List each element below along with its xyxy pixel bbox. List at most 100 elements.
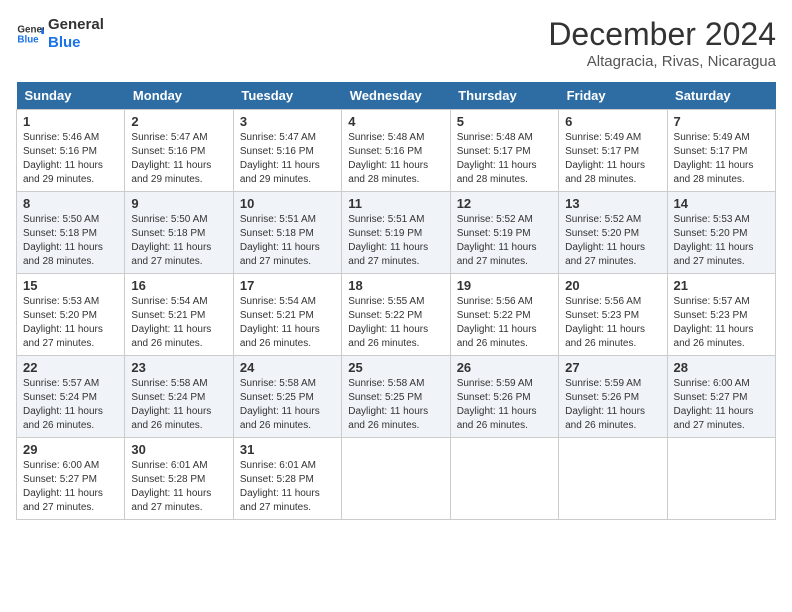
col-header-saturday: Saturday: [667, 82, 775, 110]
day-number: 16: [131, 278, 226, 293]
day-cell: 21 Sunrise: 5:57 AMSunset: 5:23 PMDaylig…: [667, 274, 775, 356]
day-number: 15: [23, 278, 118, 293]
day-info: Sunrise: 5:48 AMSunset: 5:17 PMDaylight:…: [457, 132, 537, 185]
day-cell: [667, 438, 775, 520]
day-info: Sunrise: 5:47 AMSunset: 5:16 PMDaylight:…: [131, 132, 211, 185]
day-cell: 27 Sunrise: 5:59 AMSunset: 5:26 PMDaylig…: [559, 356, 667, 438]
day-info: Sunrise: 5:57 AMSunset: 5:24 PMDaylight:…: [23, 378, 103, 431]
day-info: Sunrise: 5:53 AMSunset: 5:20 PMDaylight:…: [674, 214, 754, 267]
day-info: Sunrise: 5:59 AMSunset: 5:26 PMDaylight:…: [457, 378, 537, 431]
day-info: Sunrise: 5:51 AMSunset: 5:19 PMDaylight:…: [348, 214, 428, 267]
day-cell: 22 Sunrise: 5:57 AMSunset: 5:24 PMDaylig…: [17, 356, 125, 438]
day-number: 20: [565, 278, 660, 293]
day-info: Sunrise: 5:53 AMSunset: 5:20 PMDaylight:…: [23, 296, 103, 349]
day-info: Sunrise: 5:55 AMSunset: 5:22 PMDaylight:…: [348, 296, 428, 349]
day-cell: 18 Sunrise: 5:55 AMSunset: 5:22 PMDaylig…: [342, 274, 450, 356]
day-cell: [559, 438, 667, 520]
day-cell: 1 Sunrise: 5:46 AMSunset: 5:16 PMDayligh…: [17, 110, 125, 192]
title-area: December 2024 Altagracia, Rivas, Nicarag…: [548, 16, 776, 70]
day-info: Sunrise: 5:57 AMSunset: 5:23 PMDaylight:…: [674, 296, 754, 349]
day-info: Sunrise: 5:49 AMSunset: 5:17 PMDaylight:…: [565, 132, 645, 185]
week-row: 15 Sunrise: 5:53 AMSunset: 5:20 PMDaylig…: [17, 274, 776, 356]
day-info: Sunrise: 5:58 AMSunset: 5:25 PMDaylight:…: [240, 378, 320, 431]
day-cell: 9 Sunrise: 5:50 AMSunset: 5:18 PMDayligh…: [125, 192, 233, 274]
day-number: 19: [457, 278, 552, 293]
day-info: Sunrise: 5:50 AMSunset: 5:18 PMDaylight:…: [23, 214, 103, 267]
logo: General Blue General Blue: [16, 16, 104, 52]
day-number: 10: [240, 196, 335, 211]
day-info: Sunrise: 5:47 AMSunset: 5:16 PMDaylight:…: [240, 132, 320, 185]
day-number: 8: [23, 196, 118, 211]
day-cell: 7 Sunrise: 5:49 AMSunset: 5:17 PMDayligh…: [667, 110, 775, 192]
day-cell: 14 Sunrise: 5:53 AMSunset: 5:20 PMDaylig…: [667, 192, 775, 274]
location-subtitle: Altagracia, Rivas, Nicaragua: [548, 53, 776, 70]
day-number: 28: [674, 360, 769, 375]
day-info: Sunrise: 5:58 AMSunset: 5:25 PMDaylight:…: [348, 378, 428, 431]
day-cell: 13 Sunrise: 5:52 AMSunset: 5:20 PMDaylig…: [559, 192, 667, 274]
day-cell: 24 Sunrise: 5:58 AMSunset: 5:25 PMDaylig…: [233, 356, 341, 438]
day-info: Sunrise: 6:00 AMSunset: 5:27 PMDaylight:…: [674, 378, 754, 431]
day-info: Sunrise: 5:52 AMSunset: 5:20 PMDaylight:…: [565, 214, 645, 267]
logo-general: General: [48, 16, 104, 34]
day-number: 3: [240, 114, 335, 129]
header: General Blue General Blue December 2024 …: [16, 16, 776, 70]
svg-text:Blue: Blue: [17, 34, 39, 45]
day-number: 25: [348, 360, 443, 375]
col-header-monday: Monday: [125, 82, 233, 110]
day-info: Sunrise: 5:56 AMSunset: 5:22 PMDaylight:…: [457, 296, 537, 349]
day-number: 17: [240, 278, 335, 293]
day-number: 31: [240, 442, 335, 457]
day-cell: 8 Sunrise: 5:50 AMSunset: 5:18 PMDayligh…: [17, 192, 125, 274]
day-cell: 15 Sunrise: 5:53 AMSunset: 5:20 PMDaylig…: [17, 274, 125, 356]
day-cell: 4 Sunrise: 5:48 AMSunset: 5:16 PMDayligh…: [342, 110, 450, 192]
day-number: 18: [348, 278, 443, 293]
col-header-tuesday: Tuesday: [233, 82, 341, 110]
day-number: 26: [457, 360, 552, 375]
day-number: 6: [565, 114, 660, 129]
day-cell: 26 Sunrise: 5:59 AMSunset: 5:26 PMDaylig…: [450, 356, 558, 438]
day-cell: 29 Sunrise: 6:00 AMSunset: 5:27 PMDaylig…: [17, 438, 125, 520]
day-info: Sunrise: 5:56 AMSunset: 5:23 PMDaylight:…: [565, 296, 645, 349]
day-info: Sunrise: 5:46 AMSunset: 5:16 PMDaylight:…: [23, 132, 103, 185]
day-cell: 28 Sunrise: 6:00 AMSunset: 5:27 PMDaylig…: [667, 356, 775, 438]
day-number: 24: [240, 360, 335, 375]
day-info: Sunrise: 5:49 AMSunset: 5:17 PMDaylight:…: [674, 132, 754, 185]
col-header-thursday: Thursday: [450, 82, 558, 110]
day-info: Sunrise: 5:51 AMSunset: 5:18 PMDaylight:…: [240, 214, 320, 267]
day-number: 22: [23, 360, 118, 375]
col-header-friday: Friday: [559, 82, 667, 110]
day-info: Sunrise: 6:00 AMSunset: 5:27 PMDaylight:…: [23, 460, 103, 513]
day-cell: 16 Sunrise: 5:54 AMSunset: 5:21 PMDaylig…: [125, 274, 233, 356]
logo-blue: Blue: [48, 34, 104, 52]
day-info: Sunrise: 5:59 AMSunset: 5:26 PMDaylight:…: [565, 378, 645, 431]
day-cell: 11 Sunrise: 5:51 AMSunset: 5:19 PMDaylig…: [342, 192, 450, 274]
day-cell: 2 Sunrise: 5:47 AMSunset: 5:16 PMDayligh…: [125, 110, 233, 192]
day-cell: 19 Sunrise: 5:56 AMSunset: 5:22 PMDaylig…: [450, 274, 558, 356]
day-info: Sunrise: 6:01 AMSunset: 5:28 PMDaylight:…: [131, 460, 211, 513]
day-number: 5: [457, 114, 552, 129]
day-number: 1: [23, 114, 118, 129]
day-cell: 10 Sunrise: 5:51 AMSunset: 5:18 PMDaylig…: [233, 192, 341, 274]
day-number: 2: [131, 114, 226, 129]
day-number: 27: [565, 360, 660, 375]
day-info: Sunrise: 6:01 AMSunset: 5:28 PMDaylight:…: [240, 460, 320, 513]
day-cell: 30 Sunrise: 6:01 AMSunset: 5:28 PMDaylig…: [125, 438, 233, 520]
day-cell: 17 Sunrise: 5:54 AMSunset: 5:21 PMDaylig…: [233, 274, 341, 356]
logo-icon: General Blue: [16, 20, 44, 48]
day-info: Sunrise: 5:58 AMSunset: 5:24 PMDaylight:…: [131, 378, 211, 431]
day-info: Sunrise: 5:54 AMSunset: 5:21 PMDaylight:…: [131, 296, 211, 349]
week-row: 8 Sunrise: 5:50 AMSunset: 5:18 PMDayligh…: [17, 192, 776, 274]
day-info: Sunrise: 5:50 AMSunset: 5:18 PMDaylight:…: [131, 214, 211, 267]
day-number: 4: [348, 114, 443, 129]
day-info: Sunrise: 5:52 AMSunset: 5:19 PMDaylight:…: [457, 214, 537, 267]
day-number: 11: [348, 196, 443, 211]
day-info: Sunrise: 5:54 AMSunset: 5:21 PMDaylight:…: [240, 296, 320, 349]
day-cell: [342, 438, 450, 520]
day-number: 21: [674, 278, 769, 293]
day-cell: 3 Sunrise: 5:47 AMSunset: 5:16 PMDayligh…: [233, 110, 341, 192]
day-number: 30: [131, 442, 226, 457]
week-row: 1 Sunrise: 5:46 AMSunset: 5:16 PMDayligh…: [17, 110, 776, 192]
day-cell: 25 Sunrise: 5:58 AMSunset: 5:25 PMDaylig…: [342, 356, 450, 438]
day-number: 12: [457, 196, 552, 211]
col-header-wednesday: Wednesday: [342, 82, 450, 110]
